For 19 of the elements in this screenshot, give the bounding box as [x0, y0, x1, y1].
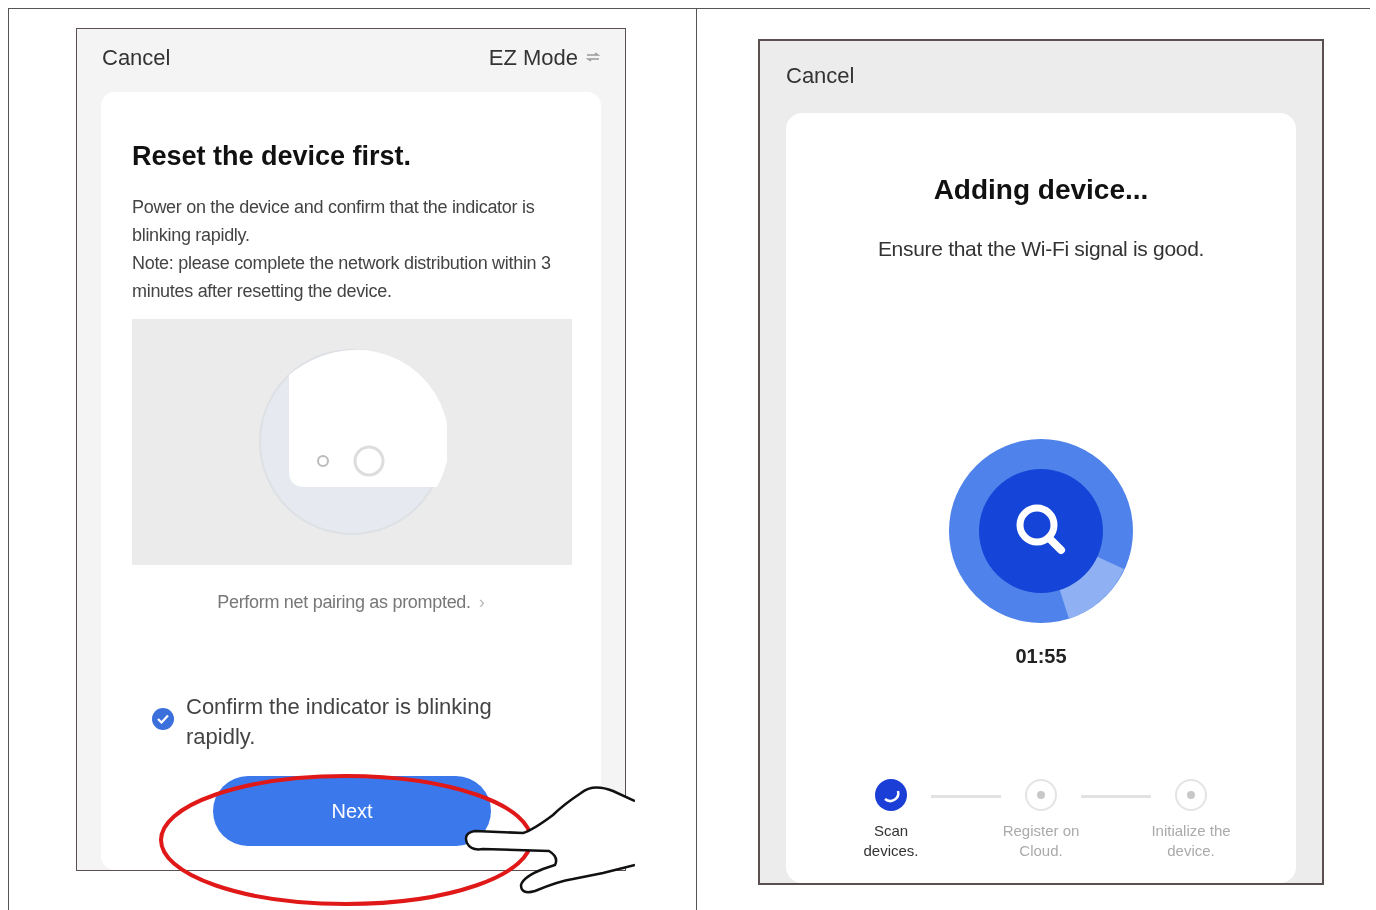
countdown-timer: 01:55 [1015, 643, 1067, 669]
confirm-label[interactable]: Confirm the indicator is blinking rapidly. [186, 691, 526, 752]
step-label: Initialize the device. [1150, 820, 1232, 861]
mode-switch-link[interactable]: EZ Mode [488, 40, 578, 74]
cancel-link[interactable]: Cancel [786, 63, 855, 88]
step-label: Scan devices. [862, 820, 920, 861]
step-label: Register on Cloud. [1001, 820, 1081, 861]
instruction-text: Note: please complete the network distribution within 3 minutes after resetting the device. [132, 251, 552, 303]
instruction-text: Power on the device and confirm that the indicator is blinking rapidly. [132, 195, 536, 247]
next-button[interactable]: Next [213, 775, 491, 846]
screen-title: Adding device... [933, 173, 1149, 207]
screen-title: Reset the device first. [132, 140, 413, 173]
search-progress-icon [949, 438, 1133, 623]
swap-icon[interactable] [586, 52, 600, 62]
cancel-link[interactable]: Cancel [102, 40, 171, 74]
subtitle: Ensure that the Wi-Fi signal is good. [877, 236, 1205, 262]
checkbox[interactable] [152, 707, 174, 730]
help-link[interactable]: Perform net pairing as prompted. [217, 588, 471, 616]
checkmark-icon [157, 713, 169, 724]
